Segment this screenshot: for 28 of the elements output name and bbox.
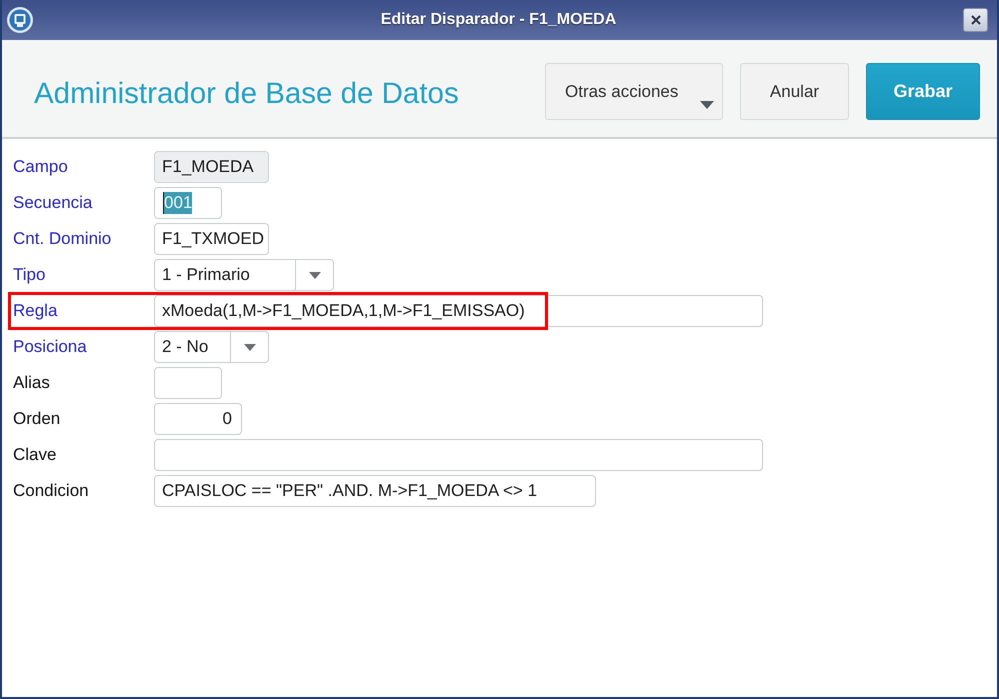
field-label: Campo <box>13 157 68 177</box>
close-button[interactable] <box>963 8 988 32</box>
field-label: Cnt. Dominio <box>13 229 112 249</box>
text-field[interactable]: CPAISLOC == "PER" .AND. M->F1_MOEDA <> 1 <box>154 475 596 507</box>
field-label: Secuencia <box>13 193 92 213</box>
window-title: Editar Disparador - F1_MOEDA <box>380 11 616 29</box>
number-field[interactable]: 0 <box>154 403 242 435</box>
field-label: Orden <box>13 409 60 429</box>
text-field[interactable]: F1_TXMOED <box>154 223 269 255</box>
caret-icon <box>308 272 320 278</box>
field-label: Alias <box>13 373 50 393</box>
close-icon <box>970 15 980 25</box>
text-field[interactable] <box>154 367 222 399</box>
actions-menu-button[interactable]: Otras acciones <box>545 63 723 120</box>
caret-icon <box>700 101 714 109</box>
cancel-button[interactable]: Anular <box>740 63 849 120</box>
field-label: Condicion <box>13 481 89 501</box>
text-field[interactable]: xMoeda(1,M->F1_MOEDA,1,M->F1_EMISSAO) <box>154 295 763 327</box>
dropdown[interactable]: 2 - No <box>154 331 269 363</box>
page-title: Administrador de Base de Datos <box>34 76 459 110</box>
field-label: Clave <box>13 445 56 465</box>
field-label: Regla <box>13 301 58 321</box>
caret-icon <box>244 344 256 350</box>
app-icon <box>6 6 34 34</box>
field-label: Posiciona <box>13 337 87 357</box>
text-field[interactable] <box>154 439 763 471</box>
field-label: Tipo <box>13 265 46 285</box>
dropdown[interactable]: 1 - Primario <box>154 259 334 291</box>
